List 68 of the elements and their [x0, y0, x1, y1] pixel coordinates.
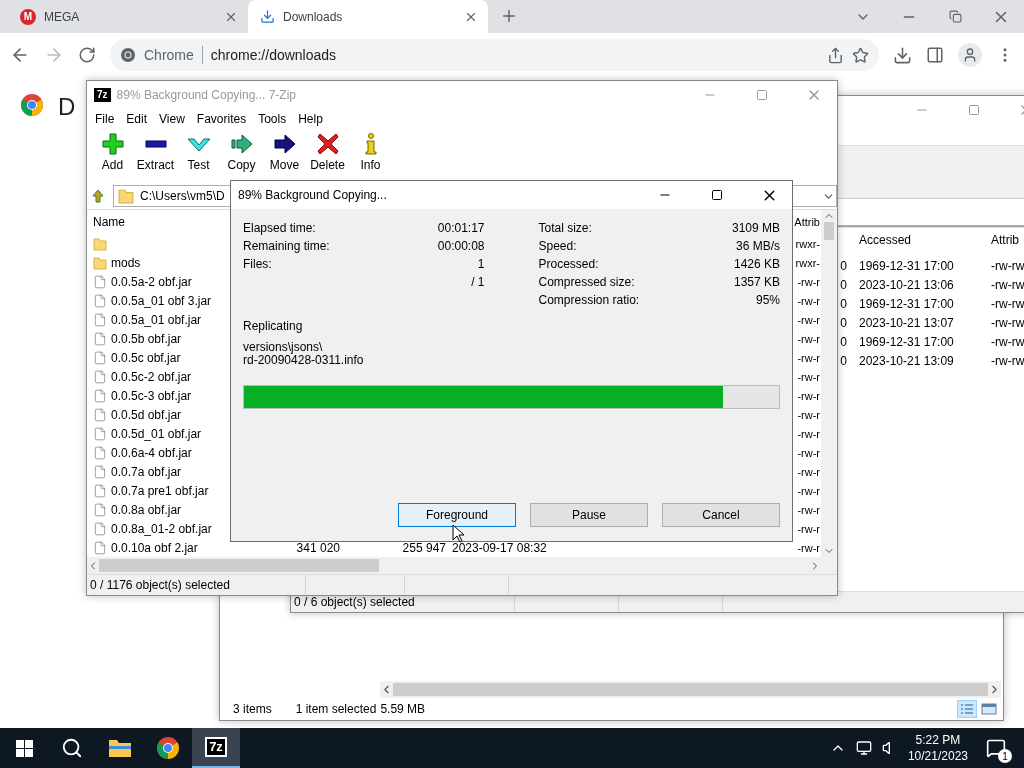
stat-label: Elapsed time: [243, 221, 316, 235]
table-cell-text: 2023-10-21 13:06 [858, 277, 955, 292]
table-cell: -rw-r [797, 408, 821, 421]
table-cell-text: 341 020 [295, 540, 341, 555]
stat-label: Files: [243, 257, 272, 271]
table-cell: rwxr- [795, 237, 821, 250]
table-cell-text: 0 [840, 334, 848, 349]
sevenzip-logo: 7z [94, 87, 111, 102]
table-cell-text: -rw-rw [990, 353, 1024, 368]
table-cell-text: -rw-rw [990, 334, 1024, 349]
stat-label: Processed: [538, 257, 599, 271]
table-cell: -rw-r [797, 446, 821, 459]
stat-value: 00:00:08 [437, 239, 485, 253]
window-title: 89% Background Copying... 7-Zip [116, 87, 297, 102]
table-cell: -rw-r [797, 465, 821, 478]
table-cell-text: 0 [840, 277, 848, 292]
table-cell: -rw-r [797, 503, 821, 516]
notification-badge: 1 [998, 749, 1012, 763]
stat-value: 00:01:17 [437, 221, 485, 235]
page-heading: D [58, 93, 76, 121]
stat-label: Remaining time: [243, 239, 330, 253]
table-cell-text: 1969-12-31 17:00 [858, 334, 955, 349]
stat-value: 1426 KB [733, 257, 780, 271]
selection-count: 1 item selected [295, 702, 377, 716]
table-cell-text: 1969-12-31 17:00 [858, 258, 955, 273]
selection-size: 5.59 MB [380, 702, 426, 716]
stat-value: 95% [755, 293, 780, 307]
file-path: versions\jsons\ [243, 341, 324, 354]
stat-value: 36 MB/s [736, 239, 780, 253]
status-text: 0 / 1176 object(s) selected [87, 575, 306, 595]
file-path: rd-20090428-0311.info [243, 354, 365, 367]
table-cell-text: 2023-10-21 13:09 [858, 353, 955, 368]
stat-value: / 1 [471, 275, 485, 289]
table-cell-text: -rw-rw [990, 258, 1024, 273]
stat-label: Speed: [538, 239, 577, 253]
table-cell-text: -rw-rw [990, 277, 1024, 292]
table-cell-text: -rw-rw [990, 296, 1024, 311]
stat-label: Total size: [538, 221, 592, 235]
table-cell: -rw-r [797, 389, 821, 402]
table-cell-text: -rw-rw [990, 315, 1024, 330]
stat-value: 1 [477, 257, 485, 271]
table-cell-text: 0 [840, 353, 848, 368]
table-cell: -rw-r [797, 275, 821, 288]
stat-label: Compression ratio: [538, 293, 640, 307]
stat-value: 1357 KB [733, 275, 780, 289]
table-cell: -rw-r [797, 370, 821, 383]
table-cell-text: 0 [840, 296, 848, 311]
table-cell-text: 0 [840, 315, 848, 330]
dialog-title: 89% Background Copying... [238, 188, 388, 202]
table-cell: -rw-r [797, 351, 821, 364]
table-cell: -rw-r [797, 313, 821, 326]
operation-text: Replicating [243, 319, 304, 333]
table-cell-text: 2023-09-17 08:32 [451, 540, 548, 555]
table-cell-text: 255 947 [401, 540, 447, 555]
stat-label: Compressed size: [538, 275, 635, 289]
mega-logo: M [20, 8, 36, 25]
table-cell: -rw-r [797, 332, 821, 345]
item-count: 3 items [233, 702, 272, 716]
table-cell: -rw-r [797, 541, 821, 554]
table-cell: rwxr- [795, 256, 821, 269]
table-cell: -rw-r [797, 522, 821, 535]
table-cell-text: 2023-10-21 13:07 [858, 315, 955, 330]
stat-value: 3109 MB [731, 221, 780, 235]
table-cell: -rw-r [797, 427, 821, 440]
table-cell: -rw-r [797, 484, 821, 497]
table-cell-text: 1969-12-31 17:00 [858, 296, 955, 311]
table-cell: -rw-r [797, 294, 821, 307]
table-cell-text: 0 [840, 258, 848, 273]
